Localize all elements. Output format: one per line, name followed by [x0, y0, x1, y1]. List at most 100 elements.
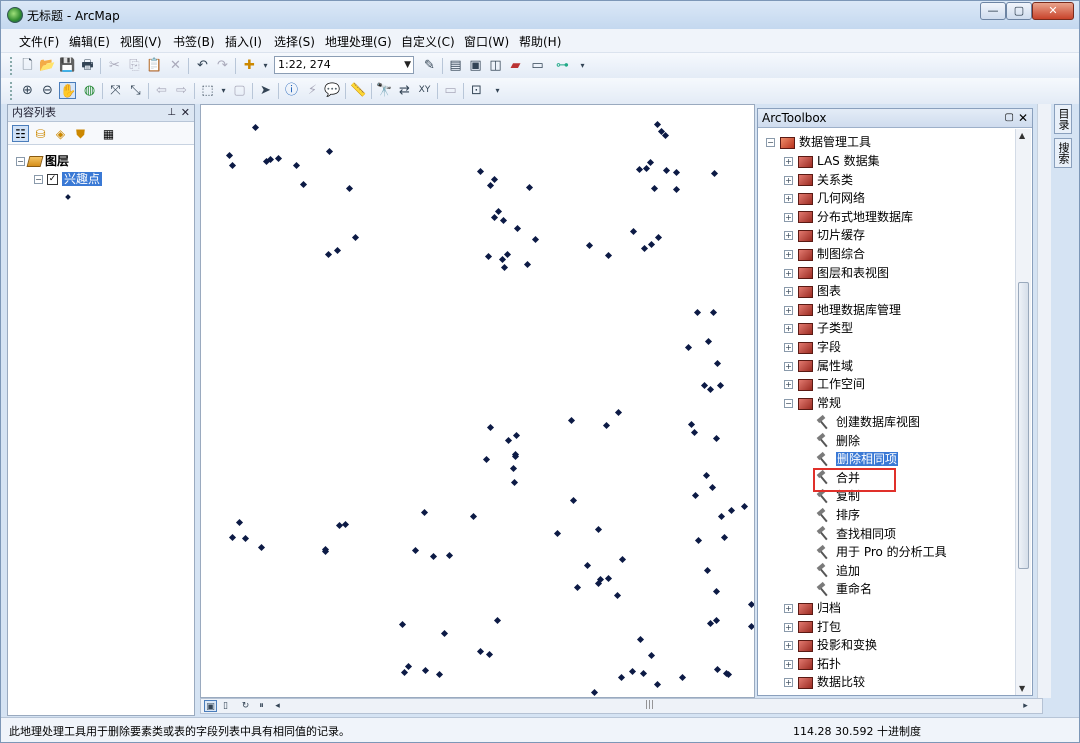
measure-icon[interactable]: 📏: [350, 82, 367, 99]
paste-icon[interactable]: 📋: [146, 57, 163, 74]
close-button[interactable]: ✕: [1032, 2, 1074, 20]
expand-icon[interactable]: +: [784, 212, 793, 222]
scroll-right-icon[interactable]: ▸: [1019, 700, 1032, 712]
expand-icon[interactable]: +: [784, 361, 793, 371]
tool-row[interactable]: 删除: [816, 432, 860, 450]
toolset-row[interactable]: + 分布式地理数据库: [784, 208, 913, 226]
close-icon[interactable]: ✕: [181, 105, 190, 121]
menu-geoprocessing[interactable]: 地理处理(G): [325, 33, 392, 50]
menu-bookmarks[interactable]: 书签(B): [173, 33, 215, 50]
zoom-out-icon[interactable]: ⊖: [39, 82, 56, 99]
toolset-general[interactable]: − 常规: [784, 394, 841, 412]
open-folder-icon[interactable]: 📂: [39, 57, 56, 74]
toolset-row[interactable]: + 归档: [784, 599, 841, 617]
toolbar-grip[interactable]: [10, 57, 13, 75]
collapse-icon[interactable]: −: [34, 175, 43, 184]
forward-extent-icon[interactable]: ⇨: [173, 82, 190, 99]
back-extent-icon[interactable]: ⇦: [153, 82, 170, 99]
minimize-button[interactable]: —: [980, 2, 1006, 20]
toolset-row[interactable]: + 属性域: [784, 357, 853, 375]
close-icon[interactable]: ✕: [1018, 109, 1028, 127]
menu-view[interactable]: 视图(V): [120, 33, 162, 50]
data-view-icon[interactable]: ▣: [204, 700, 217, 712]
tool-row[interactable]: 追加: [816, 562, 860, 580]
create-viewer-window-icon[interactable]: ⊡: [468, 82, 485, 99]
tool-label[interactable]: 删除: [836, 434, 860, 448]
catalog-window-icon[interactable]: ▣: [467, 57, 484, 74]
chevron-down-icon[interactable]: ▾: [257, 57, 274, 74]
expand-icon[interactable]: +: [784, 380, 793, 390]
fixed-zoom-in-icon[interactable]: ⤧: [107, 82, 124, 99]
pin-icon[interactable]: ⊥: [167, 105, 176, 121]
expand-icon[interactable]: +: [784, 324, 793, 334]
toolset-row[interactable]: + 工作空间: [784, 375, 865, 393]
restore-icon[interactable]: ▢: [1005, 109, 1014, 127]
table-of-contents-icon[interactable]: ▤: [447, 57, 464, 74]
full-extent-globe-icon[interactable]: ◍: [81, 82, 98, 99]
toolset-row[interactable]: + 字段: [784, 338, 841, 356]
search-tab[interactable]: 搜索: [1054, 138, 1072, 168]
tool-label[interactable]: 用于 Pro 的分析工具: [836, 545, 947, 559]
map-vertical-scrollbar[interactable]: [1037, 104, 1051, 698]
refresh-icon[interactable]: ↻: [239, 700, 252, 712]
print-icon[interactable]: 🖶: [79, 57, 96, 74]
select-elements-arrow-icon[interactable]: ➤: [257, 82, 274, 99]
tool-label[interactable]: 创建数据库视图: [836, 415, 920, 429]
add-data-icon[interactable]: ✚: [241, 57, 258, 74]
undo-icon[interactable]: ↶: [194, 57, 211, 74]
toolset-row[interactable]: + LAS 数据集: [784, 152, 880, 170]
toolbar-options-icon[interactable]: ▾: [489, 82, 506, 99]
expand-icon[interactable]: +: [784, 305, 793, 315]
find-binoculars-icon[interactable]: 🔭: [376, 82, 393, 99]
pan-hand-icon[interactable]: ✋: [59, 82, 76, 99]
tool-row[interactable]: 删除相同项: [816, 450, 899, 468]
tool-label[interactable]: 追加: [836, 564, 860, 578]
hyperlink-icon[interactable]: ⚡: [304, 82, 321, 99]
toc-layer-label[interactable]: 兴趣点: [62, 172, 103, 186]
arctoolbox-vertical-scrollbar[interactable]: ▲ ▼: [1015, 129, 1031, 695]
go-to-xy-icon[interactable]: XY: [416, 82, 433, 99]
identify-icon[interactable]: ⓘ: [283, 82, 300, 99]
tool-label[interactable]: 查找相同项: [836, 527, 896, 541]
expand-icon[interactable]: +: [784, 250, 793, 259]
toolset-row[interactable]: + 几何网络: [784, 189, 865, 207]
toolbar-grip[interactable]: [10, 82, 13, 100]
toolset-row[interactable]: + 制图综合: [784, 245, 865, 263]
toc-root-row[interactable]: − 图层: [16, 152, 69, 169]
expand-icon[interactable]: +: [784, 194, 793, 204]
expand-icon[interactable]: +: [784, 231, 793, 241]
search-window-icon[interactable]: ◫: [487, 57, 504, 74]
scroll-down-icon[interactable]: ▼: [1019, 684, 1025, 693]
expand-icon[interactable]: +: [784, 157, 793, 166]
time-slider-icon[interactable]: ▭: [442, 82, 459, 99]
tool-row[interactable]: 排序: [816, 506, 860, 524]
menu-file[interactable]: 文件(F): [19, 33, 59, 50]
toolset-row[interactable]: + 图层和表视图: [784, 264, 889, 282]
python-window-icon[interactable]: ▭: [529, 57, 546, 74]
list-by-drawing-order-icon[interactable]: ☷: [12, 125, 29, 142]
toolset-row[interactable]: + 投影和变换: [784, 636, 877, 654]
menu-selection[interactable]: 选择(S): [274, 33, 315, 50]
new-document-icon[interactable]: 🗋: [19, 57, 36, 74]
tool-label[interactable]: 排序: [836, 508, 860, 522]
cut-icon[interactable]: ✂: [106, 57, 123, 74]
toolset-row[interactable]: + 切片缓存: [784, 226, 865, 244]
scroll-up-icon[interactable]: ▲: [1019, 131, 1025, 140]
html-popup-icon[interactable]: 💬: [324, 82, 341, 99]
toolbox-data-management[interactable]: − 数据管理工具: [766, 133, 871, 151]
clear-selection-icon[interactable]: ▢: [231, 82, 248, 99]
map-view[interactable]: [200, 104, 755, 698]
expand-icon[interactable]: +: [784, 659, 793, 669]
tool-row[interactable]: 查找相同项: [816, 525, 896, 543]
layout-view-icon[interactable]: ▯: [219, 700, 232, 712]
tool-row[interactable]: 创建数据库视图: [816, 413, 920, 431]
menu-windows[interactable]: 窗口(W): [464, 33, 509, 50]
redo-icon[interactable]: ↷: [214, 57, 231, 74]
toolset-row[interactable]: + 子类型: [784, 319, 853, 337]
expand-icon[interactable]: +: [784, 604, 793, 613]
collapse-icon[interactable]: −: [766, 138, 775, 147]
scroll-left-icon[interactable]: ◂: [271, 700, 284, 712]
maximize-button[interactable]: ▢: [1006, 2, 1032, 20]
horizontal-scroll-grip[interactable]: |||: [645, 700, 654, 710]
list-by-visibility-icon[interactable]: ◈: [52, 125, 69, 142]
